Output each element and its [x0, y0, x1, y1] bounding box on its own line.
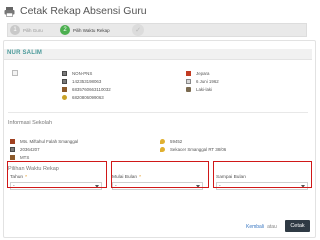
field-value: Sekacer Smanggal RT 38/06 [170, 146, 227, 152]
page-title: Cetak Rekap Absensi Guru [20, 5, 147, 17]
id-card-icon [10, 146, 15, 152]
pin-icon [160, 146, 165, 152]
highlight-mulai-bulan [111, 161, 209, 188]
step-number: 1 [10, 25, 20, 35]
step-label: Pilih Guru [23, 27, 43, 33]
field-value: 6 Juni 1962 [196, 78, 219, 84]
teacher-birthplace: Jepara [186, 70, 209, 76]
school-icon [10, 138, 15, 144]
school-name: Mts. Miftahul Falah Smanggal [10, 138, 78, 144]
map-flag-icon [186, 70, 191, 76]
field-value: 142353198063 [72, 78, 102, 84]
action-links: Kembali atau [246, 224, 280, 230]
teacher-photo [12, 70, 18, 76]
name-bar [4, 49, 312, 60]
book-icon [62, 86, 67, 92]
teacher-birthdate: 6 Juni 1962 [186, 78, 219, 84]
wizard-step-pilih-waktu[interactable]: 2 Pilih Waktu Rekap [60, 23, 110, 37]
page-header: Cetak Rekap Absensi Guru [4, 3, 147, 19]
check-icon: ✓ [135, 27, 141, 34]
school-address: Sekacer Smanggal RT 38/06 [160, 146, 226, 152]
calendar-icon [186, 78, 191, 84]
field-value: 6820806099063 [72, 94, 104, 100]
wizard-step-finish: ✓ [132, 24, 144, 36]
wizard-steps: 1 Pilih Guru 2 Pilih Waktu Rekap ✓ [7, 23, 307, 37]
printer-icon [4, 6, 15, 17]
teacher-gender: Laki-laki [186, 86, 212, 92]
id-card-icon [62, 70, 67, 76]
school-postcode: 59452 [160, 138, 182, 144]
print-button[interactable]: Cetak [285, 220, 310, 232]
id-card-icon [62, 78, 67, 84]
badge-icon [62, 94, 67, 100]
or-label: atau [267, 224, 277, 230]
book-icon [10, 154, 15, 160]
divider [8, 112, 308, 113]
teacher-id: 6820806099063 [62, 94, 104, 100]
field-value: Jepara [196, 70, 210, 76]
school-npsn: 20364207 [10, 146, 40, 152]
step-number: 2 [60, 25, 70, 35]
field-value: 20364207 [20, 146, 40, 152]
field-value: MTS [20, 154, 30, 160]
field-value: 6835760663110032 [72, 86, 111, 92]
teacher-nuptk: 142353198063 [62, 78, 101, 84]
pin-icon [160, 138, 165, 144]
field-value: Laki-laki [196, 86, 213, 92]
school-level: MTS [10, 154, 29, 160]
teacher-status: NON-PNS [62, 70, 92, 76]
highlight-tahun [7, 161, 107, 188]
field-value: Mts. Miftahul Falah Smanggal [20, 138, 79, 144]
field-value: 59452 [170, 138, 183, 144]
teacher-name: NUR SALIM [7, 50, 43, 56]
school-section-title: Informasi Sekolah [8, 120, 53, 126]
field-value: NON-PNS [72, 70, 93, 76]
highlight-sampai-bulan [213, 161, 312, 188]
person-icon [186, 86, 191, 92]
step-label: Pilih Waktu Rekap [73, 27, 110, 33]
teacher-nik: 6835760663110032 [62, 86, 111, 92]
wizard-step-pilih-guru[interactable]: 1 Pilih Guru [10, 23, 43, 37]
back-link[interactable]: Kembali [246, 224, 264, 230]
